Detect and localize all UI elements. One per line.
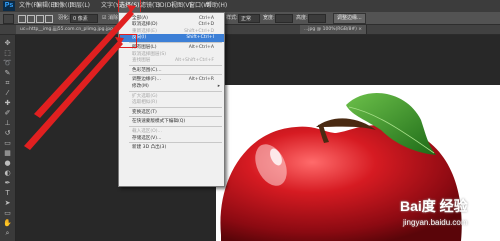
feather-input[interactable]: 0 像素 bbox=[70, 14, 98, 23]
style-select[interactable]: 正常 bbox=[238, 14, 260, 23]
style-label: 样式: bbox=[226, 15, 238, 21]
path-selection-tool-icon[interactable]: ➤ bbox=[3, 199, 12, 208]
brush-tool-icon[interactable]: ✐ bbox=[3, 109, 12, 118]
pen-tool-icon[interactable]: ✒ bbox=[3, 179, 12, 188]
menu-separator bbox=[129, 74, 222, 76]
document-tab[interactable]: ...jpg @ 100%(RGB/8#) × bbox=[300, 25, 368, 34]
feather-value: 0 像素 bbox=[73, 16, 88, 22]
crop-tool-icon[interactable]: ⌗ bbox=[3, 79, 12, 88]
add-selection-icon[interactable] bbox=[27, 15, 35, 23]
dodge-tool-icon[interactable]: ◐ bbox=[3, 169, 12, 178]
options-bar: 羽化: 0 像素 ☑ 消除锯齿 样式: 正常 宽度: 高度: 调整边缘... bbox=[0, 12, 500, 25]
lasso-tool-icon[interactable]: ➰ bbox=[3, 59, 12, 68]
new-selection-icon[interactable] bbox=[18, 15, 26, 23]
menu-item-10[interactable]: 帮助(H) bbox=[206, 0, 227, 12]
menu-separator bbox=[129, 116, 222, 118]
refine-edge-button[interactable]: 调整边缘... bbox=[333, 13, 366, 24]
annotation-highlight-box bbox=[119, 34, 137, 48]
history-brush-tool-icon[interactable]: ↺ bbox=[3, 129, 12, 138]
select-menu-item-label: 新建 3D 凸出(3) bbox=[132, 145, 167, 151]
menu-separator bbox=[129, 90, 222, 92]
width-label: 宽度: bbox=[263, 15, 275, 21]
healing-brush-tool-icon[interactable]: ✚ bbox=[3, 99, 12, 108]
marquee-tool-preset-icon[interactable] bbox=[3, 14, 14, 24]
menu-separator bbox=[129, 64, 222, 66]
document-tab[interactable]: uc=http__img.jjjj55.com.cn_plimg.jpg.jpg… bbox=[16, 25, 123, 34]
menu-separator bbox=[129, 106, 222, 108]
height-label: 高度: bbox=[296, 15, 308, 21]
width-input[interactable] bbox=[275, 14, 293, 23]
eraser-tool-icon[interactable]: ▭ bbox=[3, 139, 12, 148]
photoshop-logo: Ps bbox=[3, 1, 15, 11]
tools-panel: ✥ ⬚ ➰ ✎ ⌗ ⁄ ✚ ✐ ⊥ ↺ ▭ ▦ ● ◐ ✒ T ➤ ▭ ✋ ⌕ bbox=[0, 35, 16, 241]
select-menu-item[interactable]: 新建 3D 凸出(3) bbox=[119, 144, 224, 152]
move-tool-icon[interactable]: ✥ bbox=[3, 39, 12, 48]
type-tool-icon[interactable]: T bbox=[3, 189, 12, 198]
gradient-tool-icon[interactable]: ▦ bbox=[3, 149, 12, 158]
menu-separator bbox=[129, 41, 222, 43]
clone-stamp-tool-icon[interactable]: ⊥ bbox=[3, 119, 12, 128]
baidu-watermark: Bai度 经验 bbox=[400, 198, 468, 214]
quick-select-tool-icon[interactable]: ✎ bbox=[3, 69, 12, 78]
menu-item-5[interactable]: 选择(S) bbox=[118, 0, 141, 13]
blur-tool-icon[interactable]: ● bbox=[3, 159, 12, 168]
menu-item-3[interactable]: 图层(L) bbox=[70, 0, 90, 12]
zoom-tool-icon[interactable]: ⌕ bbox=[3, 229, 12, 238]
menu-separator bbox=[129, 142, 222, 144]
subtract-selection-icon[interactable] bbox=[36, 15, 44, 23]
shape-tool-icon[interactable]: ▭ bbox=[3, 209, 12, 218]
style-value: 正常 bbox=[241, 16, 252, 22]
menu-separator bbox=[129, 125, 222, 127]
hand-tool-icon[interactable]: ✋ bbox=[3, 219, 12, 228]
baidu-watermark-url: jingyan.baidu.com bbox=[403, 218, 468, 227]
marquee-tool-icon[interactable]: ⬚ bbox=[3, 49, 12, 58]
feather-label: 羽化: bbox=[58, 15, 70, 21]
intersect-selection-icon[interactable] bbox=[45, 15, 53, 23]
menu-item-2[interactable]: 图像(I) bbox=[53, 0, 71, 12]
document-tab-bar: uc=http__img.jjjj55.com.cn_plimg.jpg.jpg… bbox=[0, 25, 500, 35]
eyedropper-tool-icon[interactable]: ⁄ bbox=[3, 89, 12, 98]
height-input[interactable] bbox=[308, 14, 326, 23]
